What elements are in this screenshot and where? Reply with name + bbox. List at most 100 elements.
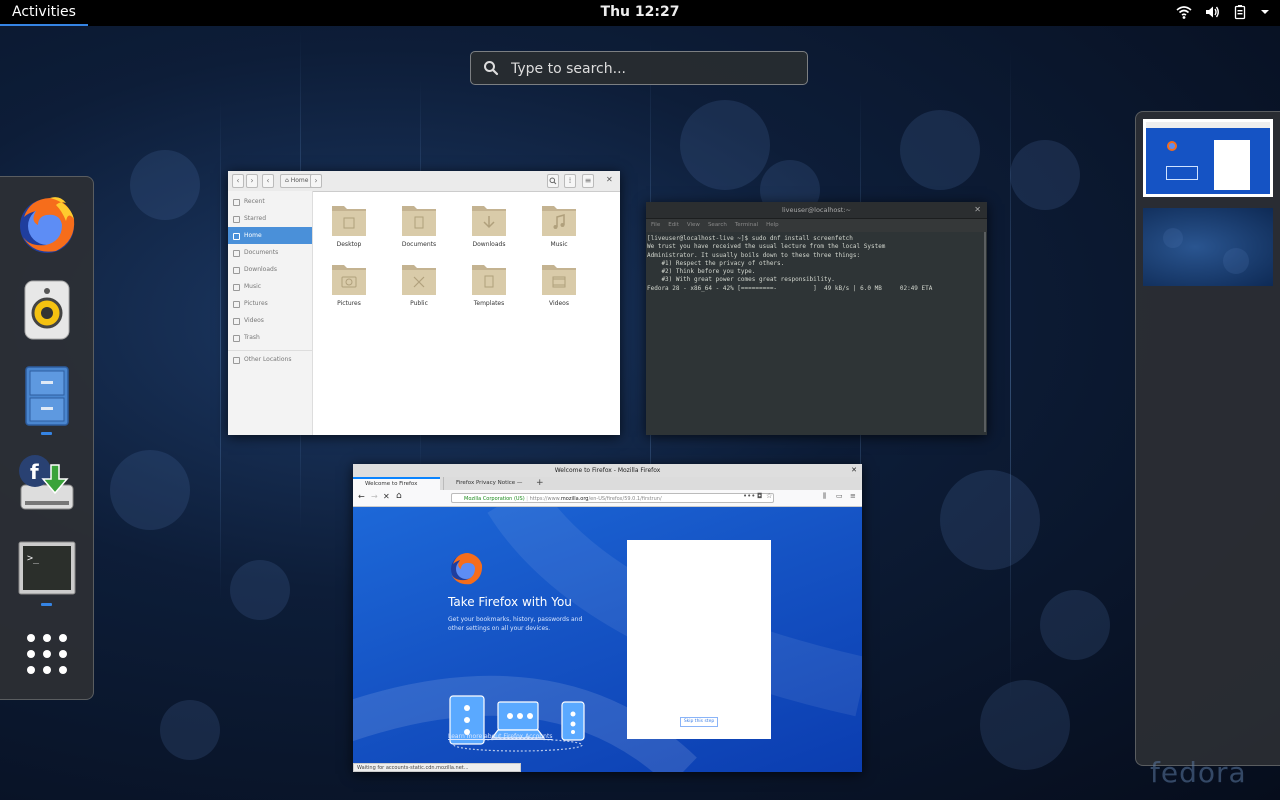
search-input[interactable] [509,52,803,86]
pocket-icon[interactable]: ◘ [757,492,763,500]
close-icon[interactable]: ✕ [606,174,613,186]
menu-view[interactable]: View [687,219,700,232]
folder-documents[interactable]: Documents [389,200,449,248]
tab-welcome[interactable]: Welcome to Firefox [353,477,440,490]
menu-help[interactable]: Help [766,219,779,232]
fedora-watermark: fedora [1150,756,1247,789]
folder-videos[interactable]: Videos [529,259,589,307]
sidebar-item-documents[interactable]: Documents [228,244,312,261]
sidebar-item-trash[interactable]: Trash [228,329,312,346]
sidebar-item-home[interactable]: Home [228,227,312,244]
folder-icon [402,265,436,295]
terminal-window-preview[interactable]: liveuser@localhost:~ ✕ File Edit View Se… [646,202,987,435]
menu-edit[interactable]: Edit [668,219,679,232]
firefox-icon [20,197,75,253]
menu-button[interactable]: ≡ [582,174,594,188]
activities-button[interactable]: Activities [0,0,88,26]
files-window-preview[interactable]: ‹ › ‹ ⌂ Home › ⁞ ≡ ✕ Recent Starred Home… [228,171,620,435]
search-button[interactable] [547,174,559,188]
path-home-label: Home [290,177,309,184]
forward-button[interactable]: › [246,174,258,188]
folder-downloads[interactable]: Downloads [459,200,519,248]
back-button[interactable]: ‹ [232,174,244,188]
workspace-2[interactable] [1143,208,1273,286]
bookmark-star-icon[interactable]: ☆ [766,492,772,500]
workspace-window-mini [1166,166,1198,180]
url-bar[interactable]: Mozilla Corporation (US) | https://www.m… [451,493,774,503]
firefox-logo-icon [451,553,483,585]
stop-icon[interactable]: ✕ [383,492,390,501]
sidebar-item-videos[interactable]: Videos [228,312,312,329]
back-icon[interactable]: ← [358,492,365,501]
firefox-page-content: Take Firefox with You Get your bookmarks… [353,507,862,772]
terminal-line: We trust you have received the usual lec… [647,243,886,251]
dash-install-to-hard-drive[interactable]: f [14,449,80,515]
dash-files[interactable] [14,363,80,429]
page-background-swoosh [353,507,862,772]
folder-desktop[interactable]: Desktop [319,200,379,248]
system-menu[interactable] [1176,4,1270,20]
terminal-headerbar: liveuser@localhost:~ ✕ [646,202,987,219]
clock-label[interactable]: Thu 12:27 [601,4,680,20]
folder-icon [472,206,506,236]
forward-icon[interactable]: → [371,492,378,501]
close-icon[interactable]: ✕ [851,464,857,477]
svg-text:f: f [30,460,39,484]
firefox-logo-icon [1167,141,1177,151]
sidebar-icon[interactable]: ▭ [836,492,843,500]
terminal-output[interactable]: [liveuser@localhost-live ~]$ sudo dnf in… [646,232,987,296]
folder-public[interactable]: Public [389,259,449,307]
firefox-window-preview[interactable]: Welcome to Firefox - Mozilla Firefox ✕ W… [353,464,862,772]
search-entry[interactable] [470,51,808,86]
folder-label: Documents [401,241,437,248]
new-tab-button[interactable]: + [536,477,544,489]
page-description: Get your bookmarks, history, passwords a… [448,616,583,632]
workspace-window-mini [1146,122,1270,128]
path-next-button[interactable]: › [310,174,322,188]
learn-more-link[interactable]: Learn more about Firefox Accounts [448,733,552,740]
folder-music[interactable]: Music [529,200,589,248]
status-panel: Waiting for accounts-static.cdn.mozilla.… [353,763,521,772]
tab-label: Welcome to Firefox [365,481,418,487]
dash-rhythmbox[interactable] [14,277,80,343]
path-prev-button[interactable]: ‹ [262,174,274,188]
tab-privacy-notice[interactable]: Firefox Privacy Notice — [443,477,533,490]
page-actions-icon[interactable]: ••• [743,492,755,500]
folder-label: Music [550,241,568,248]
sidebar-item-other-locations[interactable]: Other Locations [228,350,312,368]
page-heading: Take Firefox with You [448,595,572,609]
firefox-window-title: Welcome to Firefox - Mozilla Firefox [554,467,661,474]
library-icon[interactable]: ⫼ [823,492,826,501]
tab-label: Firefox Privacy Notice — [456,480,523,486]
folder-label: Desktop [336,241,362,248]
fedora-install-icon: f [19,455,74,510]
terminal-line: Fedora 28 - x86_64 - 42% [=========- ] 4… [647,284,933,292]
sidebar-item-music[interactable]: Music [228,278,312,295]
sidebar-item-pictures[interactable]: Pictures [228,295,312,312]
wifi-icon [1176,4,1192,20]
folder-pictures[interactable]: Pictures [319,259,379,307]
home-icon[interactable]: ⌂ [396,491,402,501]
menu-search[interactable]: Search [708,219,727,232]
workspace-1[interactable] [1143,119,1273,197]
terminal-scrollbar[interactable] [984,232,986,432]
sidebar-item-starred[interactable]: Starred [228,210,312,227]
hamburger-menu-icon[interactable]: ≡ [850,492,856,500]
show-applications-button[interactable] [14,621,80,687]
dash-firefox[interactable] [14,191,80,257]
view-options-button[interactable]: ⁞ [564,174,576,188]
folder-label: Videos [549,300,569,307]
file-cabinet-icon [25,366,69,426]
sidebar-item-downloads[interactable]: Downloads [228,261,312,278]
close-icon[interactable]: ✕ [974,203,981,217]
menu-file[interactable]: File [651,219,660,232]
folder-templates[interactable]: Templates [459,259,519,307]
sidebar-item-recent[interactable]: Recent [228,193,312,210]
dash-terminal[interactable]: >_ [14,535,80,601]
app-grid-icon [27,634,67,674]
menu-terminal[interactable]: Terminal [735,219,758,232]
navigation-toolbar: ← → ✕ ⌂ Mozilla Corporation (US) | https… [353,490,862,507]
skip-button[interactable]: Skip this step [680,717,718,727]
terminal-icon: >_ [18,541,76,595]
terminal-line: [liveuser@localhost-live ~]$ sudo dnf in… [647,235,853,242]
